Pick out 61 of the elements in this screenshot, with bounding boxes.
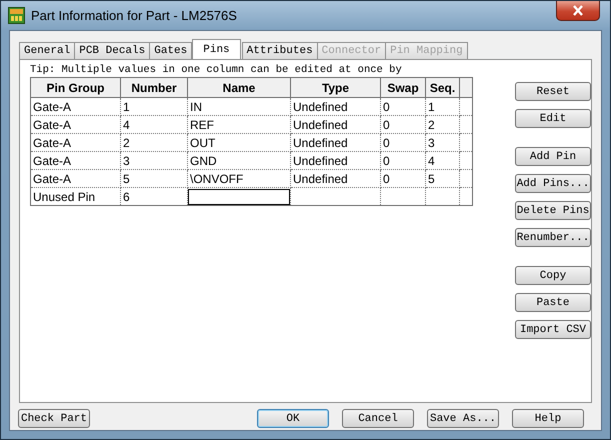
column-header[interactable]: Seq.: [426, 78, 460, 98]
input-field[interactable]: [188, 188, 290, 204]
side-button[interactable]: Paste: [515, 293, 591, 312]
table-cell: 5: [120, 170, 188, 188]
table-cell: 4: [426, 152, 460, 170]
table-cell: \ONVOFF: [188, 170, 290, 188]
table-cell: Gate-A: [30, 134, 120, 152]
table-cell: Undefined: [290, 170, 380, 188]
side-button[interactable]: Renumber...: [515, 228, 591, 247]
table-cell: 5: [426, 170, 460, 188]
app-icon: [8, 6, 25, 24]
table-cell: 0: [380, 170, 426, 188]
tab[interactable]: Attributes: [242, 42, 318, 59]
close-button[interactable]: [556, 1, 600, 21]
side-button[interactable]: Copy: [515, 266, 591, 285]
table-cell: 1: [120, 98, 188, 116]
dialog-button[interactable]: Save As...: [427, 409, 499, 428]
close-icon: [572, 5, 584, 16]
table-cell: Gate-A: [30, 98, 120, 116]
column-header[interactable]: Number: [120, 78, 188, 98]
side-button[interactable]: Reset: [515, 82, 591, 101]
column-header[interactable]: Type: [290, 78, 380, 98]
table-cell: 4: [120, 116, 188, 134]
dialog-button[interactable]: Cancel: [342, 409, 414, 428]
tab[interactable]: PCB Decals: [74, 42, 150, 59]
tip-text: Tip: Multiple values in one column can be edited at once by: [30, 64, 403, 78]
column-header[interactable]: Pin Group: [30, 78, 120, 98]
table-cell: 3: [120, 152, 188, 170]
table-cell: Undefined: [290, 98, 380, 116]
column-header[interactable]: Swap: [380, 78, 426, 98]
table-cell: 2: [120, 134, 188, 152]
table-cell: 0: [380, 152, 426, 170]
tab[interactable]: Gates: [149, 42, 192, 59]
table-cell: 0: [380, 134, 426, 152]
side-button[interactable]: Edit: [515, 109, 591, 128]
table-cell: Undefined: [290, 152, 380, 170]
tab[interactable]: Pins: [192, 39, 241, 59]
table-cell: 0: [380, 98, 426, 116]
table-cell: 1: [426, 98, 460, 116]
table-cell: IN: [188, 98, 290, 116]
side-button[interactable]: Add Pin: [515, 147, 591, 166]
column-header[interactable]: Name: [188, 78, 290, 98]
table-cell: Gate-A: [30, 170, 120, 188]
tab[interactable]: General: [19, 42, 76, 59]
table-cell: Gate-A: [30, 152, 120, 170]
table-cell: 2: [426, 116, 460, 134]
table-cell: Undefined: [290, 116, 380, 134]
table-cell: GND: [188, 152, 290, 170]
table-cell: 0: [380, 116, 426, 134]
table-cell: REF: [188, 116, 290, 134]
dialog-button[interactable]: Check Part: [18, 409, 90, 428]
side-button[interactable]: Import CSV: [515, 320, 591, 339]
table-cell: Gate-A: [30, 116, 120, 134]
dialog-button[interactable]: OK: [257, 409, 329, 428]
side-button[interactable]: Add Pins...: [515, 174, 591, 193]
side-button[interactable]: Delete Pins: [515, 201, 591, 220]
table-cell: OUT: [188, 134, 290, 152]
window-title: Part Information for Part - LM2576S: [31, 8, 237, 22]
table-cell: Undefined: [290, 134, 380, 152]
table-cell: 3: [426, 134, 460, 152]
dialog-button[interactable]: Help: [512, 409, 584, 428]
